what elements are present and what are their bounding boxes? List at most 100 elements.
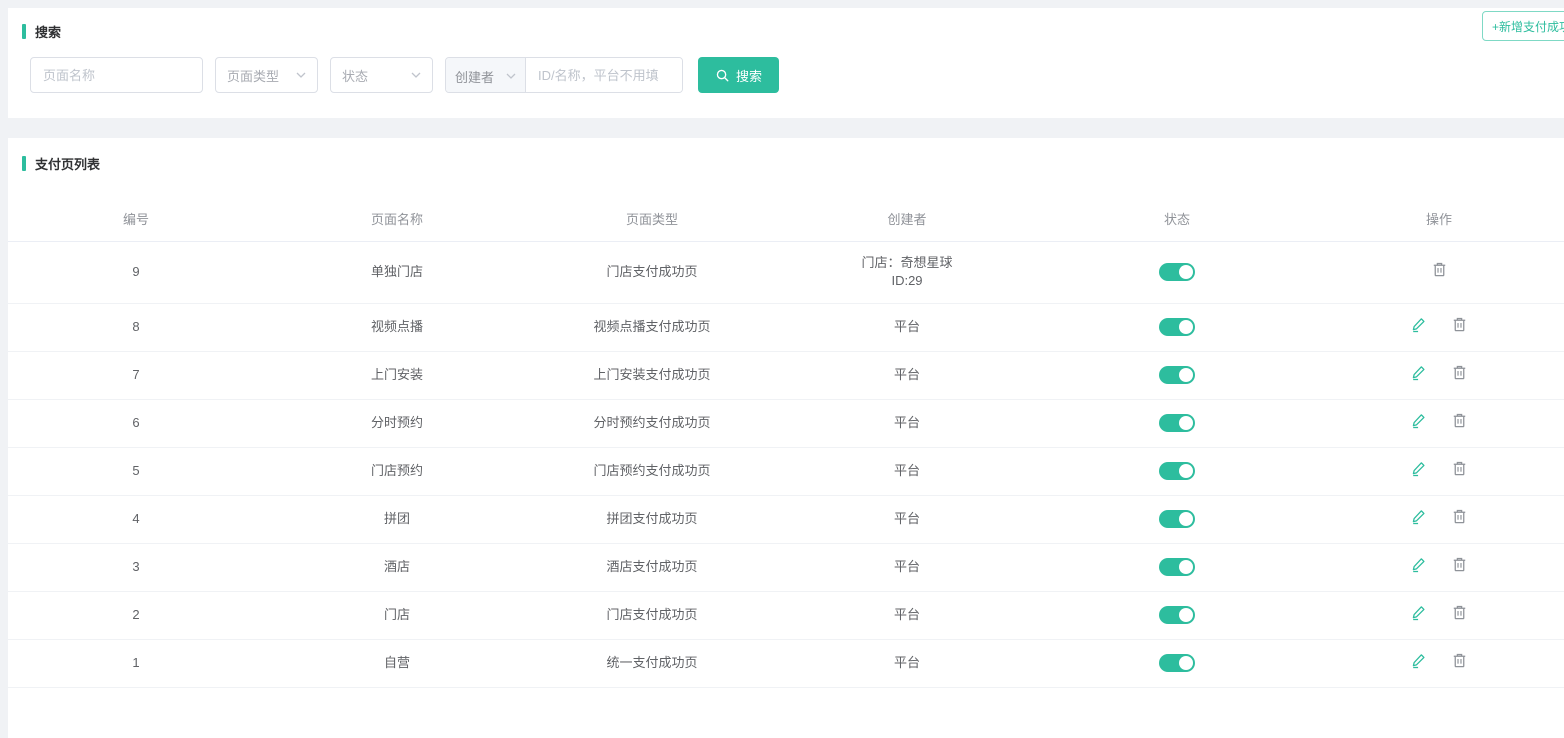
trash-icon <box>1451 460 1468 477</box>
cell-id: 2 <box>8 591 264 639</box>
toggle-knob <box>1179 608 1193 622</box>
add-payment-page-button[interactable]: +新增支付成功页 <box>1482 11 1564 41</box>
status-toggle[interactable] <box>1159 558 1195 576</box>
cell-type: 门店支付成功页 <box>530 591 774 639</box>
cell-name: 自营 <box>264 639 530 687</box>
toggle-knob <box>1179 320 1193 334</box>
delete-button[interactable] <box>1451 316 1468 333</box>
cell-name: 上门安装 <box>264 351 530 399</box>
edit-button[interactable] <box>1410 508 1427 525</box>
cell-id: 3 <box>8 543 264 591</box>
section-title-accent-bar <box>22 156 26 171</box>
list-section-title-text: 支付页列表 <box>35 154 100 173</box>
payment-pages-screen: { "accent_color": "#2dbd9e", "search_pan… <box>0 0 1564 687</box>
status-toggle[interactable] <box>1159 318 1195 336</box>
column-header-creator: 创建者 <box>774 197 1040 241</box>
delete-button[interactable] <box>1451 556 1468 573</box>
edit-button[interactable] <box>1410 604 1427 621</box>
cell-creator: 平台 <box>774 303 1040 351</box>
edit-button[interactable] <box>1410 316 1427 333</box>
creator-line-1: 门店：奇想星球 <box>774 254 1040 272</box>
cell-status <box>1040 241 1314 303</box>
status-toggle[interactable] <box>1159 414 1195 432</box>
creator-select[interactable]: 创建者 <box>446 58 526 93</box>
status-toggle[interactable] <box>1159 366 1195 384</box>
trash-icon <box>1431 261 1448 278</box>
table-row: 8 视频点播 视频点播支付成功页 平台 <box>8 303 1564 351</box>
table-row: 6 分时预约 分时预约支付成功页 平台 <box>8 399 1564 447</box>
column-header-id: 编号 <box>8 197 264 241</box>
cell-creator: 平台 <box>774 543 1040 591</box>
list-section-title: 支付页列表 <box>22 154 1564 173</box>
creator-line-1: 平台 <box>774 606 1040 624</box>
page-name-input[interactable] <box>30 57 203 93</box>
delete-button[interactable] <box>1451 412 1468 429</box>
cell-name: 拼团 <box>264 495 530 543</box>
column-header-type: 页面类型 <box>530 197 774 241</box>
page-type-select[interactable]: 页面类型 <box>215 57 318 93</box>
delete-button[interactable] <box>1451 508 1468 525</box>
edit-pencil-icon <box>1410 460 1427 477</box>
edit-pencil-icon <box>1410 364 1427 381</box>
status-toggle[interactable] <box>1159 263 1195 281</box>
cell-type: 上门安装支付成功页 <box>530 351 774 399</box>
cell-ops <box>1314 639 1564 687</box>
cell-name: 分时预约 <box>264 399 530 447</box>
toggle-knob <box>1179 416 1193 430</box>
search-filters: 页面类型 状态 创建者 搜索 <box>30 57 1564 93</box>
creator-line-2: ID:29 <box>774 272 1040 290</box>
creator-line-1: 平台 <box>774 366 1040 384</box>
payment-pages-table: 编号 页面名称 页面类型 创建者 状态 操作 9 单独门店 门店支付成功页 门店… <box>8 197 1564 688</box>
cell-creator: 平台 <box>774 639 1040 687</box>
creator-line-1: 平台 <box>774 510 1040 528</box>
search-button[interactable]: 搜索 <box>698 57 779 93</box>
cell-creator: 平台 <box>774 495 1040 543</box>
toggle-knob <box>1179 656 1193 670</box>
cell-ops <box>1314 351 1564 399</box>
delete-button[interactable] <box>1451 604 1468 621</box>
toggle-knob <box>1179 512 1193 526</box>
chevron-down-icon <box>506 73 516 79</box>
status-select[interactable]: 状态 <box>330 57 433 93</box>
cell-name: 门店预约 <box>264 447 530 495</box>
table-row: 5 门店预约 门店预约支付成功页 平台 <box>8 447 1564 495</box>
chevron-down-icon <box>296 72 306 78</box>
cell-name: 视频点播 <box>264 303 530 351</box>
status-toggle[interactable] <box>1159 654 1195 672</box>
edit-pencil-icon <box>1410 412 1427 429</box>
cell-status <box>1040 495 1314 543</box>
cell-type: 酒店支付成功页 <box>530 543 774 591</box>
cell-ops <box>1314 303 1564 351</box>
delete-button[interactable] <box>1451 460 1468 477</box>
edit-button[interactable] <box>1410 412 1427 429</box>
toggle-knob <box>1179 560 1193 574</box>
delete-button[interactable] <box>1451 364 1468 381</box>
edit-button[interactable] <box>1410 556 1427 573</box>
edit-pencil-icon <box>1410 604 1427 621</box>
trash-icon <box>1451 412 1468 429</box>
creator-line-1: 平台 <box>774 318 1040 336</box>
edit-button[interactable] <box>1410 364 1427 381</box>
status-select-value: 状态 <box>342 66 368 85</box>
edit-button[interactable] <box>1410 652 1427 669</box>
cell-id: 8 <box>8 303 264 351</box>
creator-line-1: 平台 <box>774 462 1040 480</box>
delete-button[interactable] <box>1451 652 1468 669</box>
cell-status <box>1040 543 1314 591</box>
creator-line-1: 平台 <box>774 558 1040 576</box>
edit-button[interactable] <box>1410 460 1427 477</box>
search-button-label: 搜索 <box>736 66 762 85</box>
search-panel: 搜索 页面类型 状态 创建者 搜索 <box>8 8 1564 118</box>
creator-id-input[interactable] <box>526 58 682 92</box>
edit-pencil-icon <box>1410 316 1427 333</box>
delete-button[interactable] <box>1431 261 1448 278</box>
cell-name: 酒店 <box>264 543 530 591</box>
edit-pencil-icon <box>1410 652 1427 669</box>
cell-id: 7 <box>8 351 264 399</box>
status-toggle[interactable] <box>1159 510 1195 528</box>
cell-creator: 平台 <box>774 351 1040 399</box>
cell-type: 视频点播支付成功页 <box>530 303 774 351</box>
status-toggle[interactable] <box>1159 606 1195 624</box>
status-toggle[interactable] <box>1159 462 1195 480</box>
payment-table-body: 9 单独门店 门店支付成功页 门店：奇想星球 ID:29 8 视频点播 视频点播… <box>8 241 1564 687</box>
